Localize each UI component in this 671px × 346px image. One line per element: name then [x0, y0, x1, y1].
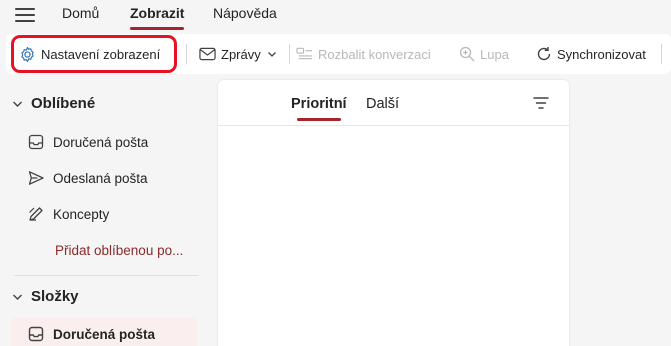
sync-label: Synchronizovat	[557, 46, 646, 62]
filter-icon[interactable]	[533, 96, 549, 110]
tab-view-label: Zobrazit	[130, 5, 185, 21]
folders-title: Složky	[31, 288, 79, 305]
expand-conversation-label: Rozbalit konverzaci	[318, 46, 431, 62]
send-icon	[28, 171, 44, 185]
tab-help-label: Nápověda	[213, 5, 277, 21]
sidebar-item-folders-inbox[interactable]: Doručená pošta	[28, 326, 155, 342]
expand-conversation-icon	[296, 47, 313, 60]
menu-bar: Domů Zobrazit Nápověda	[0, 0, 671, 30]
chevron-down-icon	[13, 101, 22, 107]
tab-help[interactable]: Nápověda	[213, 5, 277, 21]
favorites-header[interactable]: Oblíbené	[12, 95, 95, 112]
sidebar-divider	[14, 275, 198, 276]
tab-other[interactable]: Další	[366, 96, 399, 112]
toolbar-divider	[289, 44, 290, 64]
zoom-in-icon	[459, 46, 475, 62]
message-list-panel: Prioritní Další	[218, 80, 569, 346]
sidebar-item-label: Koncepty	[53, 206, 110, 222]
chevron-down-icon	[13, 294, 22, 300]
inbox-icon	[28, 134, 44, 150]
sidebar-item-label: Doručená pošta	[53, 326, 156, 342]
inbox-icon	[28, 326, 44, 342]
tab-home-label: Domů	[62, 5, 100, 21]
messages-dropdown-button[interactable]: Zprávy	[199, 34, 282, 74]
chevron-down-icon	[267, 52, 276, 57]
panel-divider	[218, 125, 569, 126]
tab-home[interactable]: Domů	[62, 5, 99, 21]
expand-conversation-button[interactable]: Rozbalit konverzaci	[296, 34, 431, 74]
envelope-icon	[199, 47, 216, 61]
zoom-button[interactable]: Lupa	[459, 34, 509, 74]
hamburger-menu-icon[interactable]	[14, 6, 36, 24]
tab-other-label: Další	[366, 96, 400, 112]
favorites-title: Oblíbené	[31, 95, 96, 112]
tab-focused[interactable]: Prioritní	[291, 96, 347, 121]
tab-active-indicator	[297, 118, 341, 121]
tab-view[interactable]: Zobrazit	[130, 5, 185, 30]
folders-header[interactable]: Složky	[12, 288, 79, 305]
sidebar-item-label: Odeslaná pošta	[53, 170, 148, 186]
add-favorite-label: Přidat oblíbenou po...	[55, 243, 184, 258]
sidebar-item-favorites-inbox[interactable]: Doručená pošta	[28, 134, 148, 150]
tab-focused-label: Prioritní	[291, 96, 347, 112]
zoom-label: Lupa	[480, 46, 509, 62]
sidebar-item-label: Doručená pošta	[53, 134, 149, 150]
add-favorite-link[interactable]: Přidat oblíbenou po...	[55, 243, 183, 258]
toolbar-divider	[661, 44, 662, 64]
sidebar-item-drafts[interactable]: Koncepty	[28, 206, 109, 222]
toolbar-divider	[186, 44, 187, 64]
tab-active-indicator	[130, 27, 185, 30]
sync-icon	[537, 47, 551, 61]
highlight-box	[11, 35, 177, 73]
drafts-icon	[29, 207, 43, 221]
sidebar-item-sent[interactable]: Odeslaná pošta	[28, 170, 148, 186]
sync-button[interactable]: Synchronizovat	[536, 34, 646, 74]
messages-label: Zprávy	[221, 46, 261, 62]
